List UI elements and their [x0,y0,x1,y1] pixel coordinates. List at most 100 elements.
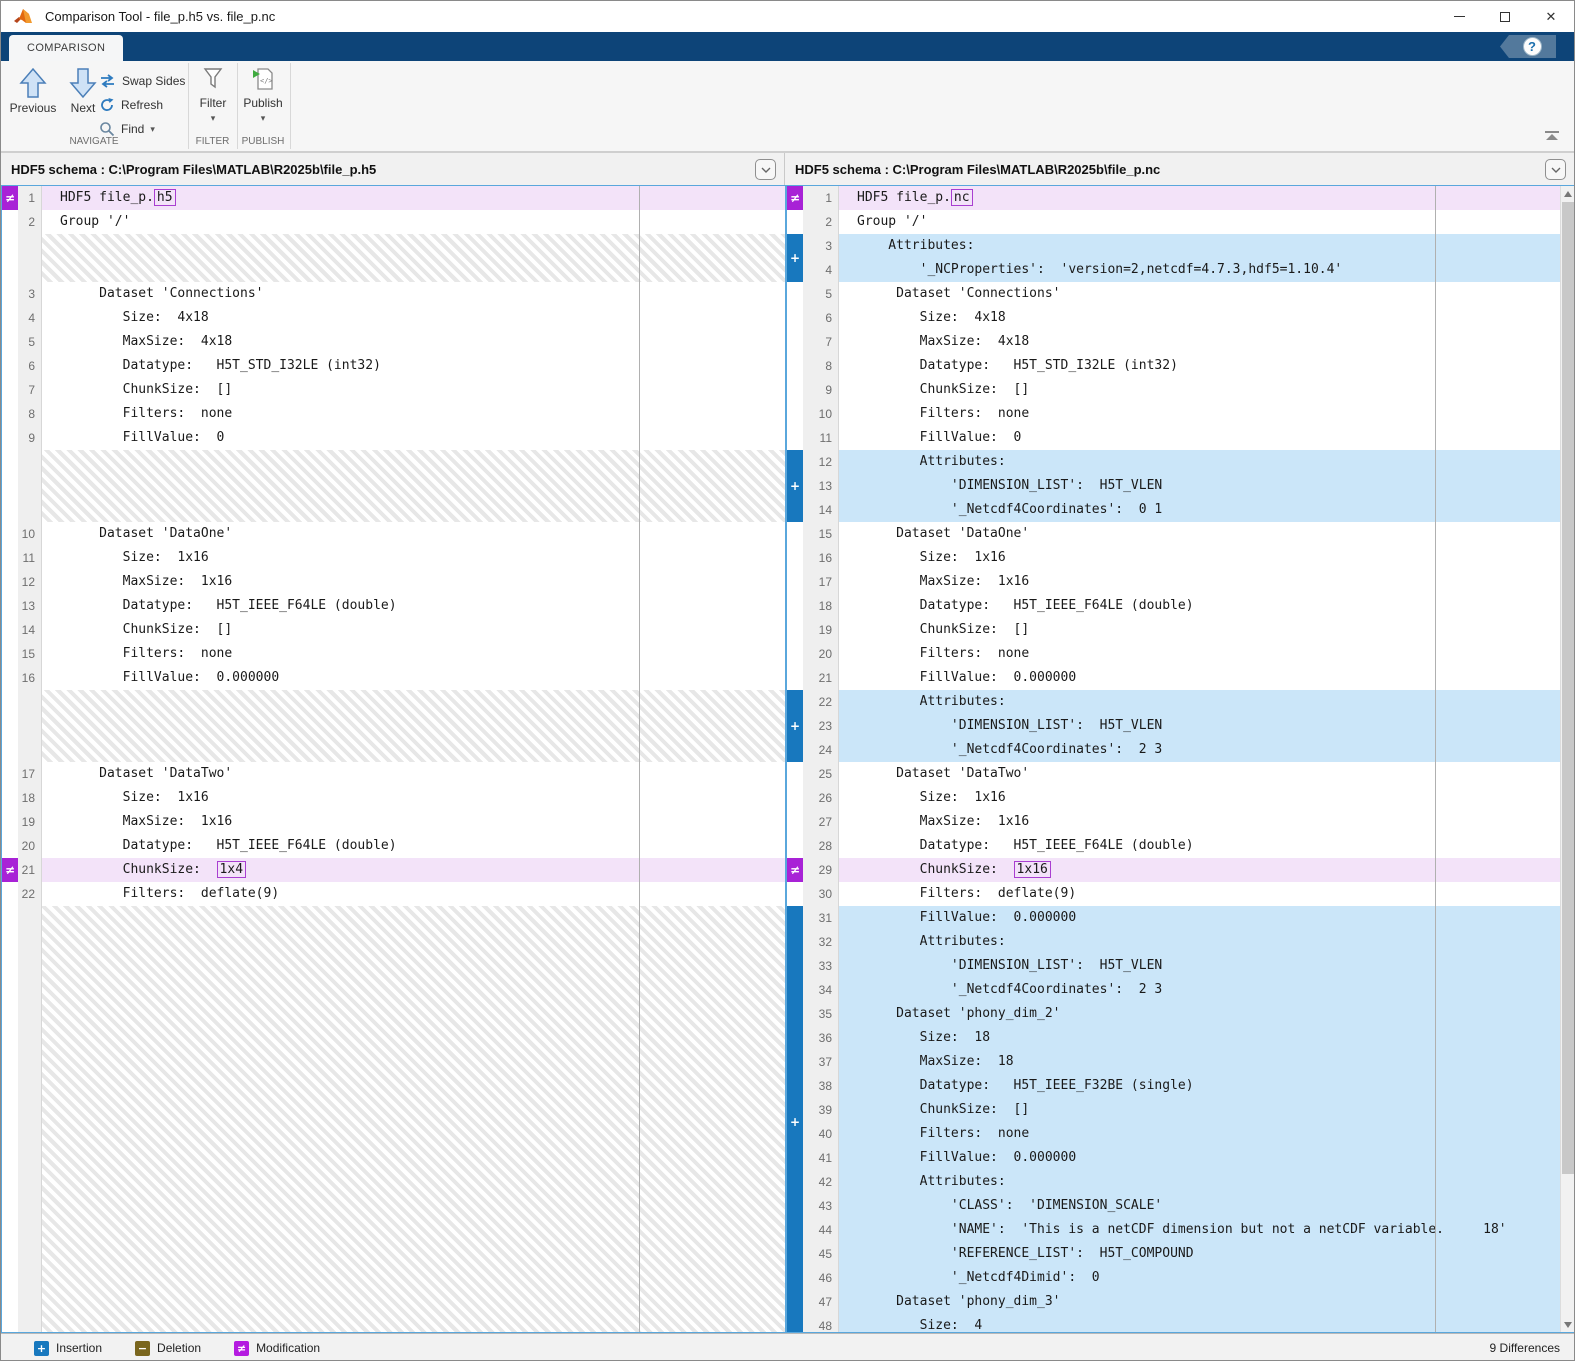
line-number: 47 [803,1290,839,1314]
line-number: 9 [803,378,839,402]
left-pane-dropdown-button[interactable] [755,159,776,180]
code-text: Dataset 'DataOne' [42,522,785,546]
line-number: 26 [803,786,839,810]
insertion-marker[interactable]: + [787,450,803,522]
code-line[interactable]: 44 'NAME': 'This is a netCDF dimension b… [787,1218,1575,1242]
help-button[interactable]: ? [1523,37,1542,56]
code-line[interactable]: 34 '_Netcdf4Coordinates': 2 3 [787,978,1575,1002]
code-line[interactable]: 29 ChunkSize: 1x16 [787,858,1575,882]
code-line[interactable]: 45 'REFERENCE_LIST': H5T_COMPOUND [787,1242,1575,1266]
insertion-marker[interactable]: + [787,234,803,282]
skipped-lines-hatch [2,690,785,762]
modification-marker[interactable]: ≠ [2,858,18,882]
code-text: '_Netcdf4Dimid': 0 [839,1266,1575,1290]
code-text: Dataset 'DataTwo' [839,762,1575,786]
code-line[interactable]: 12 Attributes: [787,450,1575,474]
code-line[interactable]: 31 FillValue: 0.000000 [787,906,1575,930]
tab-comparison[interactable]: COMPARISON [9,35,123,61]
line-number: 14 [18,618,42,642]
code-line[interactable]: 48 Size: 4 [787,1314,1575,1333]
find-dropdown-caret[interactable]: ▾ [150,124,155,135]
modification-label: Modification [256,1341,320,1355]
code-line[interactable]: 13 'DIMENSION_LIST': H5T_VLEN [787,474,1575,498]
changed-token[interactable]: h5 [154,189,176,206]
changed-token[interactable]: 1x16 [1014,861,1051,878]
matlab-logo-icon [13,7,33,27]
code-text: '_Netcdf4Coordinates': 2 3 [839,978,1575,1002]
code-line[interactable]: 1HDF5 file_p.h5 [2,186,785,210]
deletion-label: Deletion [157,1341,201,1355]
code-line[interactable]: 40 Filters: none [787,1122,1575,1146]
code-line: 14 ChunkSize: [] [2,618,785,642]
line-number: 41 [803,1146,839,1170]
code-line[interactable]: 41 FillValue: 0.000000 [787,1146,1575,1170]
code-line[interactable]: 24 '_Netcdf4Coordinates': 2 3 [787,738,1575,762]
line-number: 16 [18,666,42,690]
line-number: 19 [803,618,839,642]
code-text: MaxSize: 18 [839,1050,1575,1074]
modification-marker[interactable]: ≠ [2,186,18,210]
line-number: 43 [803,1194,839,1218]
code-line[interactable]: 39 ChunkSize: [] [787,1098,1575,1122]
refresh-button[interactable]: Refresh [99,93,163,117]
insertion-marker[interactable]: + [787,690,803,762]
legend-modification: ≠ Modification [234,1341,320,1356]
publish-label: Publish [237,96,289,110]
scroll-down-arrow[interactable] [1561,1317,1575,1332]
swap-sides-button[interactable]: Swap Sides [99,69,185,93]
previous-button[interactable]: Previous [9,65,57,115]
code-line[interactable]: 32 Attributes: [787,930,1575,954]
filter-dropdown-caret[interactable]: ▾ [187,113,239,124]
right-pane-dropdown-button[interactable] [1545,159,1566,180]
skipped-lines-hatch [2,234,785,282]
code-line[interactable]: 22 Attributes: [787,690,1575,714]
vertical-scrollbar[interactable] [1560,186,1575,1332]
modification-marker[interactable]: ≠ [787,858,803,882]
code-line[interactable]: 38 Datatype: H5T_IEEE_F32BE (single) [787,1074,1575,1098]
code-line: 19 ChunkSize: [] [787,618,1575,642]
filter-button[interactable]: Filter ▾ [187,67,239,124]
line-number: 29 [803,858,839,882]
publish-button[interactable]: </> Publish ▾ [237,67,289,124]
modification-marker[interactable]: ≠ [787,186,803,210]
changed-token[interactable]: 1x4 [217,861,246,878]
code-line: 11 FillValue: 0 [787,426,1575,450]
line-number: 48 [803,1314,839,1333]
collapse-ribbon-button[interactable] [1544,131,1560,140]
code-line[interactable]: 23 'DIMENSION_LIST': H5T_VLEN [787,714,1575,738]
maximize-button[interactable] [1482,1,1528,32]
code-line[interactable]: 4 '_NCProperties': 'version=2,netcdf=4.7… [787,258,1575,282]
line-number: 2 [803,210,839,234]
line-number: 35 [803,1002,839,1026]
code-text: Filters: none [839,1122,1575,1146]
code-line[interactable]: 37 MaxSize: 18 [787,1050,1575,1074]
title-bar: Comparison Tool - file_p.h5 vs. file_p.n… [1,1,1574,32]
code-line[interactable]: 35 Dataset 'phony_dim_2' [787,1002,1575,1026]
code-line[interactable]: 43 'CLASS': 'DIMENSION_SCALE' [787,1194,1575,1218]
line-number: 22 [18,882,42,906]
changed-token[interactable]: nc [951,189,973,206]
insertion-marker[interactable]: + [787,906,803,1333]
code-line[interactable]: 3 Attributes: [787,234,1575,258]
close-button[interactable]: ✕ [1528,1,1574,32]
line-number: 5 [18,330,42,354]
code-line[interactable]: 42 Attributes: [787,1170,1575,1194]
code-line[interactable]: 47 Dataset 'phony_dim_3' [787,1290,1575,1314]
code-text: Group '/' [42,210,785,234]
scrollbar-thumb[interactable] [1562,202,1574,1174]
code-line[interactable]: 21 ChunkSize: 1x4 [2,858,785,882]
code-line[interactable]: 14 '_Netcdf4Coordinates': 0 1 [787,498,1575,522]
scroll-up-arrow[interactable] [1561,186,1575,201]
code-line: 18 Size: 1x16 [2,786,785,810]
line-number: 7 [18,378,42,402]
code-line[interactable]: 46 '_Netcdf4Dimid': 0 [787,1266,1575,1290]
line-number: 23 [803,714,839,738]
code-line[interactable]: 1HDF5 file_p.nc [787,186,1575,210]
code-line: 30 Filters: deflate(9) [787,882,1575,906]
code-line: 5 Dataset 'Connections' [787,282,1575,306]
minimize-button[interactable] [1436,1,1482,32]
skipped-lines-hatch [2,450,785,522]
code-line[interactable]: 36 Size: 18 [787,1026,1575,1050]
publish-dropdown-caret[interactable]: ▾ [237,113,289,124]
code-line[interactable]: 33 'DIMENSION_LIST': H5T_VLEN [787,954,1575,978]
